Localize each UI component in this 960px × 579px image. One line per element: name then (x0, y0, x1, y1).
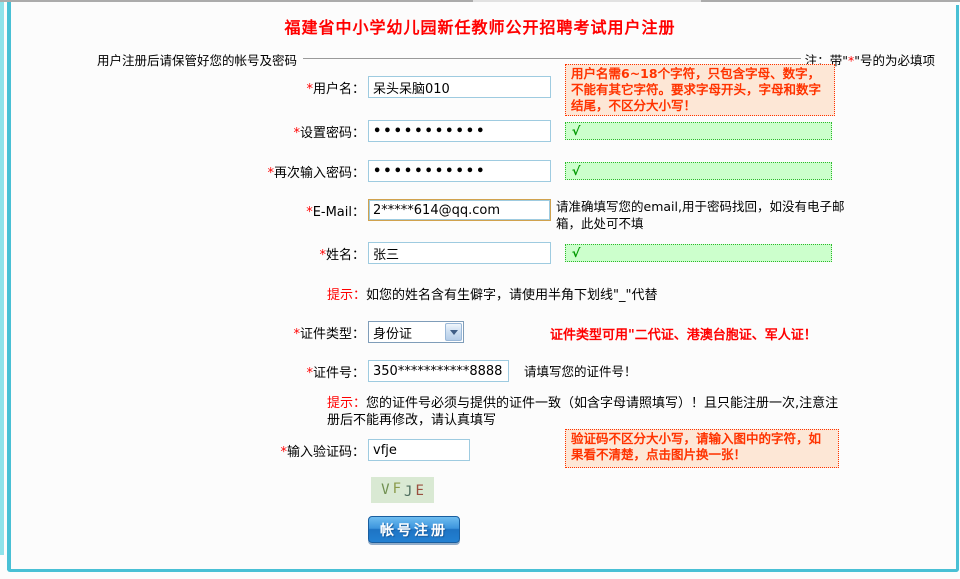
name-row: *姓名： (97, 241, 551, 265)
captcha-row: *输入验证码： (97, 438, 470, 462)
cert-type-hint: 证件类型可用"二代证、港澳台胞证、军人证！ (550, 324, 817, 343)
header-divider (303, 58, 801, 59)
name-tip: 提示：如您的姓名含有生僻字，请使用半角下划线"_"代替 (327, 287, 657, 304)
captcha-char: V (381, 482, 389, 498)
password-confirm-row: *再次输入密码： (97, 159, 551, 183)
email-row: *E-Mail： (97, 198, 551, 222)
cert-no-tip: 提示：您的证件号必须与提供的证件一致（如含字母请照填写）！且只能注册一次,注意注… (327, 395, 847, 429)
username-input[interactable] (368, 76, 551, 98)
cert-no-row: *证件号： (97, 359, 509, 383)
header-left-text: 用户注册后请保管好您的帐号及密码 (97, 50, 297, 69)
cert-no-hint: 请填写您的证件号！ (524, 363, 637, 380)
captcha-char: E (415, 483, 423, 499)
captcha-char: F (393, 481, 401, 497)
registration-window: 福建省中小学幼儿园新任教师公开招聘考试用户注册 用户注册后请保管好您的帐号及密码… (0, 0, 960, 579)
captcha-char: J (404, 484, 412, 500)
cert-type-selected-value: 身份证 (369, 323, 445, 342)
name-label: *姓名： (97, 244, 365, 263)
check-icon: √ (572, 124, 581, 138)
password-row: *设置密码： (97, 119, 551, 143)
page-title: 福建省中小学幼儿园新任教师公开招聘考试用户注册 (0, 14, 960, 38)
username-hint-box: 用户名需6~18个字符，只包含字母、数字，不能有其它字符。要求字母开头，字母和数… (565, 64, 835, 116)
email-hint: 请准确填写您的email,用于密码找回，如没有电子邮箱，此处可不填 (556, 198, 848, 232)
window-left-border-inner (7, 2, 11, 570)
cert-no-input[interactable] (368, 360, 509, 382)
name-input[interactable] (368, 242, 551, 264)
window-bottom-border (7, 569, 959, 572)
password-input[interactable] (368, 120, 551, 142)
cert-no-label: *证件号： (97, 362, 365, 381)
cert-type-row: *证件类型： 身份证 (97, 320, 464, 344)
captcha-input[interactable] (368, 439, 470, 461)
register-button[interactable]: 帐号注册 (368, 516, 460, 543)
captcha-image[interactable]: V F J E (371, 477, 434, 503)
password-status-box: √ (565, 122, 832, 140)
password-confirm-label: *再次输入密码： (97, 162, 365, 181)
window-left-border-outer (0, 2, 4, 555)
cert-type-select[interactable]: 身份证 (368, 321, 464, 343)
cert-type-label: *证件类型： (97, 323, 365, 342)
email-label: *E-Mail： (97, 201, 365, 220)
captcha-hint-box: 验证码不区分大小写，请输入图中的字符，如果看不清楚，点击图片换一张！ (565, 429, 839, 468)
username-label: *用户名： (97, 78, 365, 97)
check-icon: √ (572, 246, 581, 260)
password-label: *设置密码： (97, 122, 365, 141)
captcha-label: *输入验证码： (97, 441, 365, 460)
window-top-border-light (473, 0, 701, 2)
chevron-down-icon[interactable] (445, 323, 462, 341)
window-right-border (956, 5, 959, 572)
password-confirm-input[interactable] (368, 160, 551, 182)
password-confirm-status-box: √ (565, 162, 832, 180)
name-status-box: √ (565, 244, 832, 262)
check-icon: √ (572, 164, 581, 178)
username-row: *用户名： (97, 75, 551, 99)
email-input[interactable] (368, 199, 551, 221)
